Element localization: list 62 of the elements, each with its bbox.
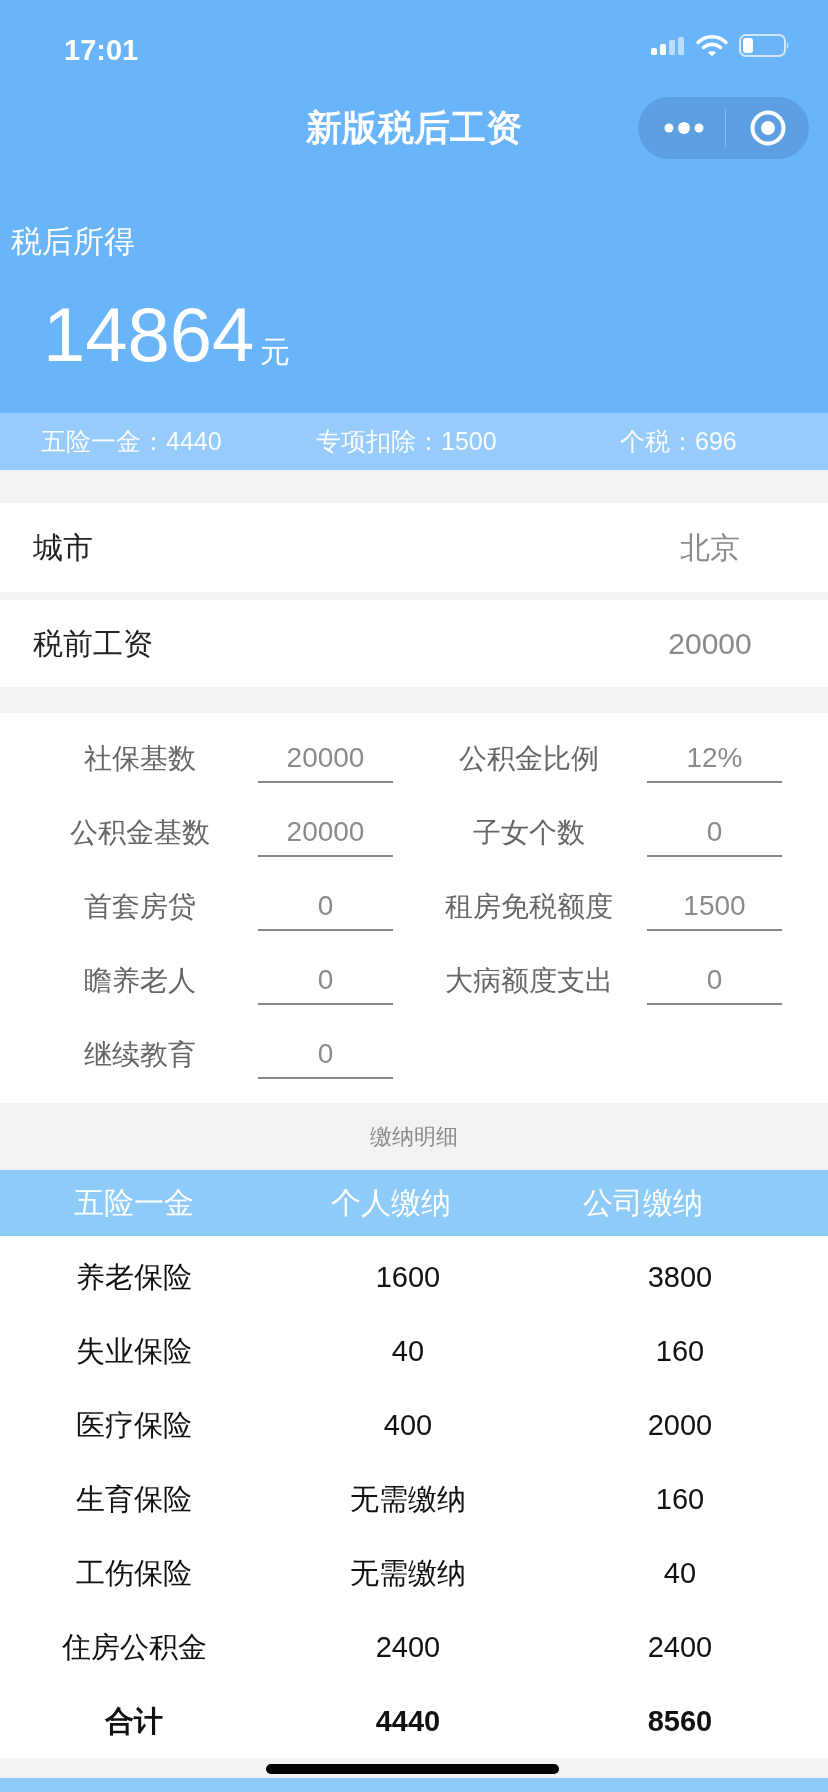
table-cell-text: 40 [663,1556,697,1591]
table-cell-text: 160 [655,1482,705,1517]
signal-icon [651,36,685,55]
summary-label: 税后所得 [11,224,135,259]
close-target-icon[interactable] [750,110,786,146]
more-icon[interactable] [664,122,704,134]
table-cell-text: 2400 [647,1630,713,1665]
input-field[interactable]: 0 [647,809,782,857]
table-cell-text: 40 [391,1334,425,1369]
param-label: 公积金比例 [459,742,599,776]
battery-icon [739,34,790,57]
table-cell-text: 8560 [647,1704,713,1739]
table-cell-text: 医疗保险 [76,1408,192,1443]
page-title: 新版税后工资 [305,106,523,150]
summary-stat: 专项扣除：1500 [316,427,497,455]
table-cell-text: 160 [655,1334,705,1369]
input-field[interactable]: 0 [258,883,393,931]
param-label: 瞻养老人 [84,964,196,998]
form-row[interactable]: 税前工资 20000 [0,600,828,687]
input-field[interactable]: 0 [647,957,782,1005]
table-cell-text: 1600 [375,1260,441,1295]
param-label: 子女个数 [473,816,585,850]
table-cell-text: 住房公积金 [61,1630,207,1665]
column-header: 个人缴纳 [331,1185,451,1221]
status-time: 17:01 [64,34,139,66]
table-cell-text: 生育保险 [76,1482,192,1517]
param-label: 租房免税额度 [445,890,613,924]
summary-unit: 元 [260,335,291,369]
table-cell-text: 无需缴纳 [350,1482,466,1517]
input-field[interactable]: 20000 [258,809,393,857]
summary-stat: 个税：696 [620,427,737,455]
table-cell-text: 2000 [647,1408,713,1443]
input-field[interactable]: 0 [258,957,393,1005]
form-row[interactable]: 城市 北京 [0,503,828,592]
param-label: 继续教育 [84,1038,196,1072]
row-label: 城市 [33,529,94,566]
table-cell-text: 无需缴纳 [350,1556,466,1591]
table-cell-text: 养老保险 [76,1260,192,1295]
input-field[interactable]: 0 [258,1031,393,1079]
param-label: 大病额度支出 [445,964,613,998]
param-label: 社保基数 [84,742,196,776]
input-field[interactable]: 12% [647,735,782,783]
column-header: 五险一金 [74,1185,194,1221]
row-value[interactable]: 北京 [680,529,740,566]
input-field[interactable]: 1500 [647,883,782,931]
row-value[interactable]: 20000 [668,625,752,662]
table-cell-text: 工伤保险 [76,1556,192,1591]
table-cell-text: 3800 [647,1260,713,1295]
table-cell-text: 400 [383,1408,433,1443]
input-field[interactable]: 20000 [258,735,393,783]
table-cell-text: 4440 [375,1704,441,1739]
wifi-icon [696,34,728,57]
table-cell-text: 失业保险 [76,1334,192,1369]
row-label: 税前工资 [33,625,154,662]
param-label: 首套房贷 [84,890,196,924]
section-title: 缴纳明细 [370,1122,458,1151]
table-cell-text: 合计 [105,1704,163,1739]
column-header: 公司缴纳 [582,1185,703,1221]
table-cell-text: 2400 [375,1630,441,1665]
param-label: 公积金基数 [70,816,210,850]
summary-stat: 五险一金：4440 [41,427,222,455]
summary-amount: 14864 [43,297,255,373]
